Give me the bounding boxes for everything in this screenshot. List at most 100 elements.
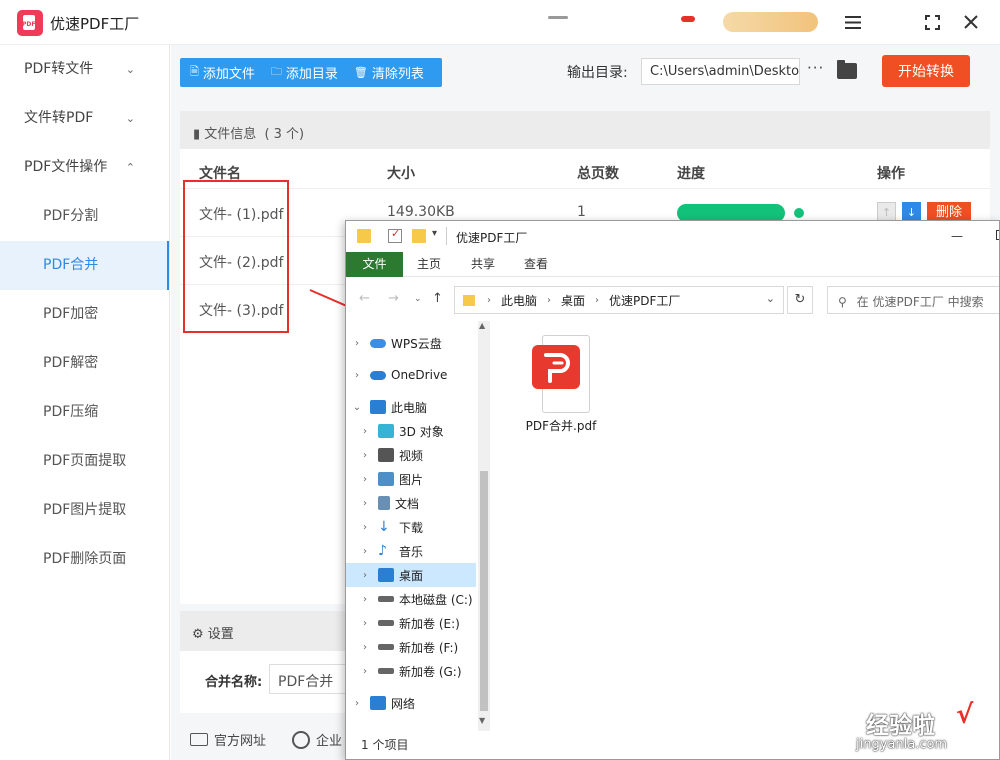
sidebar-group-file-to-pdf[interactable]: 文件转PDF ⌄	[0, 94, 169, 143]
nav-item-music[interactable]: › ♪ 音乐	[358, 539, 488, 563]
document-icon: ▮	[193, 127, 201, 142]
expand-icon: ›	[363, 521, 367, 533]
enterprise-label: 企业	[316, 734, 343, 749]
trash-icon: 🗑	[353, 66, 368, 79]
file-size: 149.30KB	[387, 204, 455, 220]
sidebar-item-pdf-encrypt[interactable]: PDF加密	[0, 290, 169, 339]
expand-icon: ›	[363, 425, 367, 437]
nav-item-volume-g[interactable]: › 新加卷 (G:)	[358, 659, 488, 683]
add-directory-button[interactable]: 🗀 添加目录	[271, 63, 338, 82]
nav-item-network[interactable]: › 网络	[350, 691, 480, 715]
expand-icon: ›	[355, 697, 359, 709]
search-input[interactable]: ⚲ 在 优速PDF工厂 中搜索	[827, 286, 999, 314]
refresh-icon[interactable]: ↻	[787, 286, 813, 314]
minimize-icon[interactable]: —	[951, 229, 963, 243]
nav-label: 下载	[399, 520, 424, 535]
address-bar[interactable]: › 此电脑 › 桌面 › 优速PDF工厂 ⌄	[454, 286, 784, 314]
vip-badge[interactable]	[723, 12, 818, 32]
properties-icon[interactable]	[388, 227, 402, 243]
output-dir-input[interactable]: C:\Users\admin\Deskto	[641, 58, 800, 85]
settings-body: 合并名称: PDF合并	[180, 651, 355, 713]
success-icon	[794, 208, 804, 218]
nav-label: 视频	[399, 448, 424, 463]
nav-item-downloads[interactable]: › ↓ 下载	[358, 515, 488, 539]
nav-scrollbar[interactable]: ▲ ▼	[478, 321, 490, 731]
nav-item-volume-f[interactable]: › 新加卷 (F:)	[358, 635, 488, 659]
sidebar-item-pdf-delete-page[interactable]: PDF删除页面	[0, 535, 169, 584]
nav-item-desktop[interactable]: › 桌面	[346, 563, 476, 587]
ribbon-tab-view[interactable]: 查看	[511, 252, 561, 277]
desktop-icon	[378, 568, 394, 582]
breadcrumb-folder[interactable]: 优速PDF工厂	[609, 292, 680, 309]
fullscreen-icon[interactable]	[917, 8, 947, 36]
nav-label: 文档	[395, 496, 420, 511]
nav-item-local-disk-c[interactable]: › 本地磁盘 (C:)	[358, 587, 488, 611]
nav-item-videos[interactable]: › 视频	[358, 443, 488, 467]
scroll-up-icon[interactable]: ▲	[479, 321, 485, 330]
menu-icon[interactable]	[838, 8, 868, 36]
nav-label: 图片	[399, 472, 424, 487]
quick-access-dropdown-icon[interactable]: ▾	[432, 228, 437, 239]
start-convert-button[interactable]: 开始转换	[882, 55, 970, 87]
breadcrumb-separator: ›	[595, 294, 600, 306]
download-icon: ↓	[378, 519, 390, 535]
disk-icon	[378, 596, 394, 602]
wps-pdf-icon	[532, 331, 590, 413]
sidebar-group-pdf-to-file[interactable]: PDF转文件 ⌄	[0, 45, 169, 94]
column-header-progress: 进度	[677, 166, 705, 182]
nav-item-onedrive[interactable]: › OneDrive	[350, 363, 480, 387]
official-site-link[interactable]: 官方网址	[190, 730, 266, 749]
explorer-title-bar: ▾ 优速PDF工厂 —	[346, 221, 999, 252]
nav-item-wps-cloud[interactable]: › WPS云盘	[350, 331, 480, 355]
nav-label: OneDrive	[391, 368, 448, 382]
sidebar-group-pdf-operations[interactable]: PDF文件操作 ⌃	[0, 143, 169, 192]
sidebar-item-pdf-decrypt[interactable]: PDF解密	[0, 339, 169, 388]
sidebar-group-label: PDF转文件	[24, 61, 94, 77]
chat-icon	[292, 730, 310, 749]
sidebar-item-pdf-compress[interactable]: PDF压缩	[0, 388, 169, 437]
file-pages: 1	[577, 204, 586, 220]
sidebar: PDF转文件 ⌄ 文件转PDF ⌄ PDF文件操作 ⌃ PDF分割 PDF合并 …	[0, 45, 170, 760]
sidebar-item-pdf-merge[interactable]: PDF合并	[0, 241, 169, 290]
back-icon[interactable]: ←	[359, 291, 370, 306]
ribbon-tab-file[interactable]: 文件	[346, 252, 403, 277]
scroll-thumb[interactable]	[480, 471, 488, 711]
nav-item-pictures[interactable]: › 图片	[358, 467, 488, 491]
nav-label: 新加卷 (G:)	[399, 664, 462, 679]
sidebar-item-pdf-split[interactable]: PDF分割	[0, 192, 169, 241]
scroll-down-icon[interactable]: ▼	[479, 716, 485, 725]
ribbon-tab-share[interactable]: 共享	[458, 252, 508, 277]
app-logo-icon	[17, 10, 43, 36]
add-file-button[interactable]: 🗎 添加文件	[190, 63, 255, 82]
open-folder-icon[interactable]	[837, 60, 857, 79]
search-icon: ⚲	[838, 295, 847, 309]
gear-icon: ⚙	[192, 627, 204, 642]
sidebar-item-pdf-image-extract[interactable]: PDF图片提取	[0, 486, 169, 535]
chevron-up-icon: ⌃	[125, 161, 135, 174]
breadcrumb-desktop[interactable]: 桌面	[561, 292, 585, 309]
enterprise-link[interactable]: 企业	[292, 730, 342, 749]
merge-name-input[interactable]: PDF合并	[269, 664, 355, 694]
new-folder-icon[interactable]	[412, 229, 426, 243]
clear-list-button[interactable]: 🗑 清除列表	[354, 63, 424, 82]
up-icon[interactable]: ↑	[432, 291, 443, 306]
ribbon-tab-home[interactable]: 主页	[404, 252, 454, 277]
drive-icon	[378, 620, 394, 626]
recent-dropdown-icon[interactable]: ⌄	[414, 294, 422, 304]
chevron-down-icon[interactable]: ⌄	[766, 292, 775, 305]
close-icon[interactable]	[956, 8, 986, 36]
more-options-button[interactable]: ···	[807, 59, 824, 77]
maximize-icon[interactable]	[996, 230, 999, 240]
forward-icon[interactable]: →	[388, 291, 399, 306]
document-icon	[378, 496, 390, 510]
nav-item-volume-e[interactable]: › 新加卷 (E:)	[358, 611, 488, 635]
nav-item-documents[interactable]: › 文档	[358, 491, 488, 515]
watermark-check-icon: √	[956, 700, 974, 730]
nav-item-3d-objects[interactable]: › 3D 对象	[358, 419, 488, 443]
breadcrumb-this-pc[interactable]: 此电脑	[501, 292, 537, 309]
sidebar-item-pdf-page-extract[interactable]: PDF页面提取	[0, 437, 169, 486]
notification-dot[interactable]	[681, 16, 695, 22]
file-item[interactable]: PDF合并.pdf	[521, 331, 601, 434]
nav-item-this-pc[interactable]: ⌄ 此电脑	[350, 395, 480, 419]
expand-icon: ›	[363, 617, 367, 629]
